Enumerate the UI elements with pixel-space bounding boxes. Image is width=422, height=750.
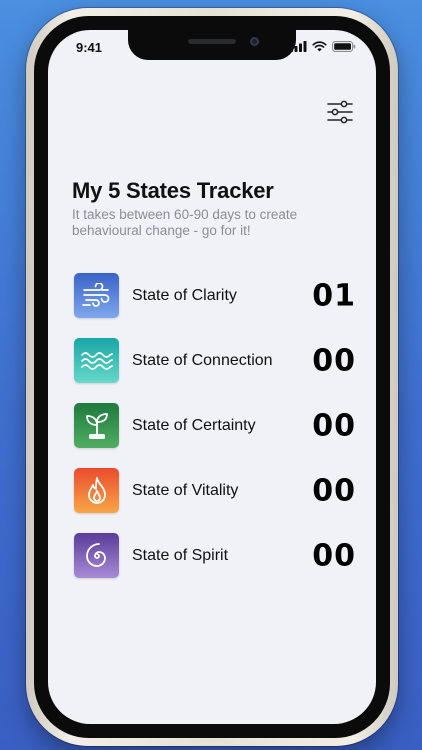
page-title: My 5 States Tracker xyxy=(72,178,274,203)
app-screen: 9:41 My 5 States Tracker It takes betwee… xyxy=(48,30,376,724)
state-label: State of Spirit xyxy=(132,546,229,564)
signal-icon xyxy=(290,41,307,52)
state-label: State of Clarity xyxy=(132,286,237,304)
state-row-connection[interactable]: State of Connection 00 xyxy=(74,328,356,393)
state-row-spirit[interactable]: State of Spirit 00 xyxy=(74,523,356,588)
state-count: 00 xyxy=(312,343,356,378)
state-row-vitality[interactable]: State of Vitality 00 xyxy=(74,458,356,523)
state-row-clarity[interactable]: State of Clarity 01 xyxy=(74,263,356,328)
state-label: State of Certainty xyxy=(132,416,256,434)
state-count: 00 xyxy=(312,473,356,508)
flame-icon xyxy=(87,476,106,504)
state-icon-tile xyxy=(74,338,119,383)
state-count: 01 xyxy=(312,278,356,313)
phone-bezel: 9:41 My 5 States Tracker It takes betwee… xyxy=(34,16,390,738)
speaker-grille xyxy=(188,39,236,44)
state-label: State of Vitality xyxy=(132,481,239,499)
wind-icon xyxy=(81,282,109,307)
sprout-icon xyxy=(85,412,108,439)
front-camera xyxy=(250,37,259,46)
state-icon-tile xyxy=(74,273,119,318)
page-subtitle: It takes between 60-90 days to create be… xyxy=(72,207,298,238)
waves-icon xyxy=(80,351,113,370)
sliders-icon xyxy=(327,100,353,124)
filter-settings-button[interactable] xyxy=(327,100,353,124)
state-row-certainty[interactable]: State of Certainty 00 xyxy=(74,393,356,458)
state-label: State of Connection xyxy=(132,351,273,369)
state-count: 00 xyxy=(312,408,356,443)
battery-icon xyxy=(332,41,356,52)
state-icon-tile xyxy=(74,468,119,513)
wifi-icon xyxy=(312,41,327,52)
notch xyxy=(128,30,296,60)
states-list: State of Clarity 01 State of Connection … xyxy=(74,263,356,588)
state-count: 00 xyxy=(312,538,356,573)
spiral-icon xyxy=(85,542,106,567)
state-icon-tile xyxy=(74,533,119,578)
phone-frame: 9:41 My 5 States Tracker It takes betwee… xyxy=(26,8,398,746)
state-icon-tile xyxy=(74,403,119,448)
status-time: 9:41 xyxy=(76,40,103,55)
status-icons xyxy=(290,41,356,52)
